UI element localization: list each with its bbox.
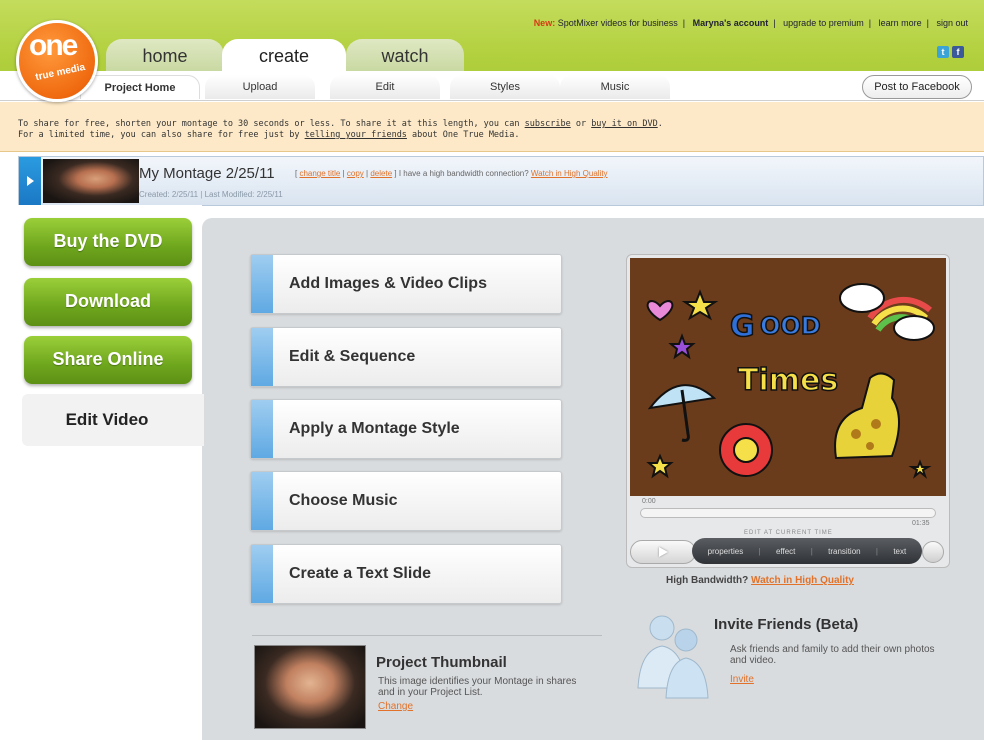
one-true-media-logo[interactable]: one true media	[16, 20, 98, 102]
copy-link[interactable]: copy	[347, 169, 364, 178]
modified-date: 2/25/11	[256, 190, 283, 199]
svg-text:G: G	[730, 309, 755, 344]
step-accent	[251, 472, 273, 530]
account-link[interactable]: Maryna's account	[693, 18, 769, 28]
expand-arrow-icon[interactable]	[19, 157, 41, 205]
share-notice: To share for free, shorten your montage …	[0, 102, 984, 152]
tab-home[interactable]: home	[106, 39, 224, 71]
notice-text: about One True Media.	[406, 130, 520, 140]
edit-controls-bar: properties | effect | transition | text	[692, 538, 922, 564]
thumbnail-description: This image identifies your Montage in sh…	[378, 676, 577, 698]
apply-style-button[interactable]: Apply a Montage Style	[250, 399, 562, 459]
step-accent	[251, 255, 273, 313]
tab-create[interactable]: create	[222, 39, 346, 71]
svg-text:OOD: OOD	[760, 312, 821, 340]
change-title-link[interactable]: change title	[299, 169, 340, 178]
edit-at-current-time: EDIT AT CURRENT TIME	[744, 530, 833, 536]
subtab-music[interactable]: Music	[560, 75, 670, 99]
time-end: 01:35	[912, 520, 930, 527]
divider	[252, 635, 602, 636]
invite-description: Ask friends and family to add their own …	[730, 644, 935, 666]
step-accent	[251, 400, 273, 458]
telling-friends-link[interactable]: telling your friends	[305, 130, 407, 140]
invite-title: Invite Friends (Beta)	[714, 616, 859, 633]
play-button[interactable]	[630, 540, 696, 564]
buy-dvd-button[interactable]: Buy the DVD	[24, 218, 192, 266]
change-thumbnail-link[interactable]: Change	[378, 701, 413, 712]
project-links: [ change title | copy | delete ] I have …	[295, 169, 608, 178]
share-online-button[interactable]: Share Online	[24, 336, 192, 384]
notice-text: .	[657, 119, 663, 129]
edit-video-tab[interactable]: Edit Video	[22, 394, 204, 446]
step-label: Add Images & Video Clips	[289, 275, 487, 292]
volume-icon[interactable]	[922, 541, 944, 563]
transition-button[interactable]: transition	[828, 547, 860, 556]
notice-text: or	[570, 119, 592, 129]
doodle-artwork: G OOD Times	[646, 283, 935, 479]
subtab-upload[interactable]: Upload	[205, 75, 315, 99]
subtab-project-home[interactable]: Project Home	[80, 75, 200, 99]
project-thumbnail-small	[43, 159, 139, 203]
learn-more-link[interactable]: learn more	[879, 18, 922, 28]
text-slide-button[interactable]: Create a Text Slide	[250, 544, 562, 604]
edit-sequence-button[interactable]: Edit & Sequence	[250, 327, 562, 387]
invite-link[interactable]: Invite	[730, 674, 754, 685]
invite-friends-icon	[628, 608, 712, 704]
created-label: Created:	[139, 190, 170, 199]
project-title: My Montage 2/25/11	[139, 165, 275, 182]
top-links: New: SpotMixer videos for business | Mary…	[533, 18, 968, 28]
buy-dvd-link[interactable]: buy it on DVD	[591, 119, 658, 129]
watch-hq-link[interactable]: Watch in High Quality	[531, 169, 608, 178]
step-accent	[251, 328, 273, 386]
project-thumbnail-image	[254, 645, 366, 729]
tab-watch[interactable]: watch	[346, 39, 464, 71]
project-bar: My Montage 2/25/11 [ change title | copy…	[18, 156, 984, 206]
thumbnail-title: Project Thumbnail	[376, 654, 507, 671]
properties-button[interactable]: properties	[708, 547, 744, 556]
logo-subtext: true media	[34, 61, 87, 84]
sign-out-link[interactable]: sign out	[936, 18, 968, 28]
hb-label: High Bandwidth?	[666, 575, 749, 586]
modified-label: Last Modified:	[204, 190, 255, 199]
time-start: 0:00	[642, 498, 656, 505]
choose-music-button[interactable]: Choose Music	[250, 471, 562, 531]
facebook-icon[interactable]: f	[952, 46, 964, 58]
subscribe-link[interactable]: subscribe	[525, 119, 571, 129]
social-icons: t f	[937, 46, 964, 58]
step-label: Apply a Montage Style	[289, 420, 460, 437]
delete-link[interactable]: delete	[370, 169, 392, 178]
spotmixer-link[interactable]: SpotMixer videos for business	[558, 18, 678, 28]
effect-button[interactable]: effect	[776, 547, 795, 556]
bandwidth-question: I have a high bandwidth connection?	[398, 169, 529, 178]
step-accent	[251, 545, 273, 603]
subtab-styles[interactable]: Styles	[450, 75, 560, 99]
logo-text: one	[29, 29, 78, 62]
post-to-facebook-button[interactable]: Post to Facebook	[862, 75, 972, 99]
notice-text: For a limited time, you can also share f…	[18, 130, 305, 140]
project-meta: Created: 2/25/11 | Last Modified: 2/25/1…	[139, 190, 283, 199]
sub-tab-bar: Project Home Upload Edit Styles Music Po…	[0, 71, 984, 101]
notice-text: To share for free, shorten your montage …	[18, 119, 525, 129]
video-preview[interactable]: G OOD Times	[630, 258, 946, 496]
timeline-scrubber[interactable]	[640, 508, 936, 518]
download-button[interactable]: Download	[24, 278, 192, 326]
step-label: Choose Music	[289, 492, 398, 509]
high-bandwidth-line: High Bandwidth? Watch in High Quality	[666, 575, 854, 586]
add-images-button[interactable]: Add Images & Video Clips	[250, 254, 562, 314]
step-label: Create a Text Slide	[289, 565, 431, 582]
watch-high-quality-link[interactable]: Watch in High Quality	[751, 575, 854, 586]
step-label: Edit & Sequence	[289, 348, 416, 365]
created-date: 2/25/11	[171, 190, 199, 199]
upgrade-link[interactable]: upgrade to premium	[783, 18, 864, 28]
new-label: New:	[533, 18, 556, 28]
twitter-icon[interactable]: t	[937, 46, 949, 58]
text-button[interactable]: text	[893, 547, 906, 556]
subtab-edit[interactable]: Edit	[330, 75, 440, 99]
svg-text:Times: Times	[738, 363, 838, 398]
